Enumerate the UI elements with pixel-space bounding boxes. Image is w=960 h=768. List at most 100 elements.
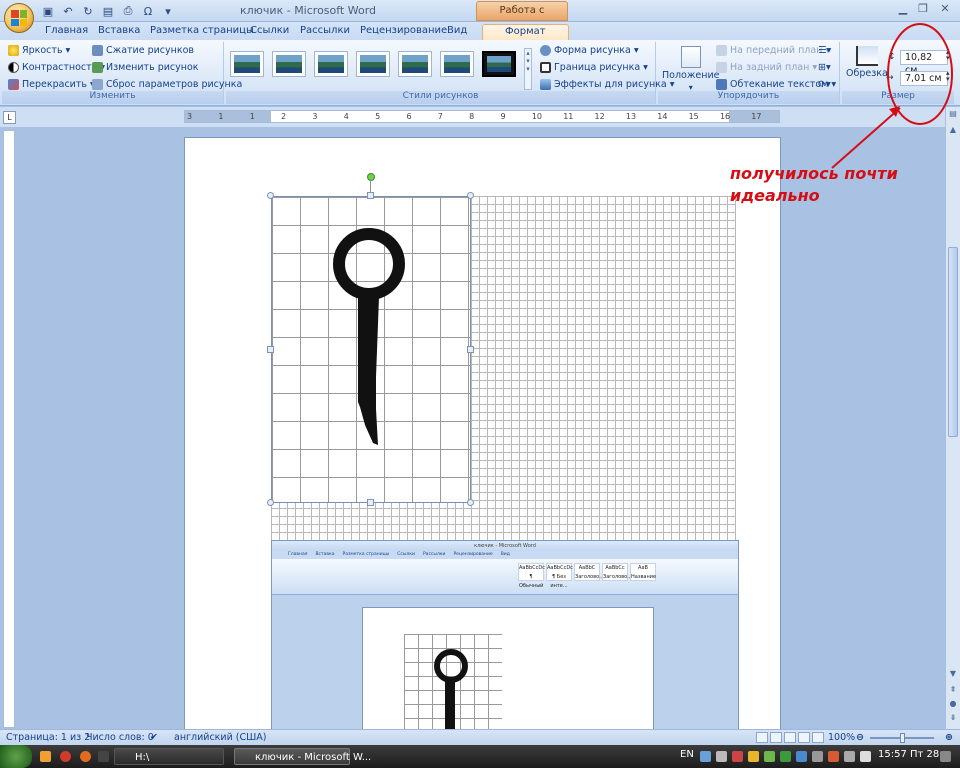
vertical-scrollbar[interactable]: ▤ ▲ ▼ ⇞ ● ⇟: [945, 107, 960, 729]
restore-button[interactable]: ❐: [914, 2, 932, 18]
picture-style-4[interactable]: [356, 51, 390, 77]
tray-icon-8[interactable]: [812, 751, 823, 762]
width-spinner[interactable]: ▴ ▾: [946, 70, 950, 83]
office-button[interactable]: [4, 3, 34, 33]
resize-handle-br[interactable]: [467, 499, 474, 506]
tray-icon-5[interactable]: [764, 751, 775, 762]
view-draft-icon[interactable]: [812, 732, 824, 743]
tab-review[interactable]: Рецензирование: [360, 24, 447, 40]
vertical-ruler[interactable]: [3, 130, 15, 728]
horizontal-ruler[interactable]: 3 1 1 2 3 4 5 6 7 8 9 10 11 12 13 14 15 16 17: [184, 110, 780, 123]
print-preview-icon[interactable]: ▤: [100, 3, 116, 19]
tray-icon-10[interactable]: [844, 751, 855, 762]
minimize-button[interactable]: ▁: [894, 2, 912, 18]
save-icon[interactable]: ▣: [40, 3, 56, 19]
redo-icon[interactable]: ↻: [80, 3, 96, 19]
contrast-button[interactable]: Контрастность▾: [8, 62, 105, 73]
picture-style-1[interactable]: [230, 51, 264, 77]
compress-pictures-button[interactable]: Сжатие рисунков: [92, 45, 194, 56]
language-indicator[interactable]: английский (США): [174, 732, 266, 743]
zoom-slider-thumb[interactable]: [900, 733, 905, 743]
zoom-level[interactable]: 100%: [828, 732, 855, 743]
taskbar-item-word[interactable]: ключик - Microsoft W...: [234, 748, 371, 765]
tray-icon-7[interactable]: [796, 751, 807, 762]
width-field[interactable]: 7,01 см: [900, 71, 948, 86]
resize-handle-l[interactable]: [267, 346, 274, 353]
align-icon[interactable]: ☰▾: [818, 45, 831, 56]
picture-style-7[interactable]: [482, 51, 516, 77]
language-tray[interactable]: EN: [680, 749, 694, 760]
undo-icon[interactable]: ↶: [60, 3, 76, 19]
group-objects-icon[interactable]: ⊞▾: [818, 62, 831, 73]
gallery-scroll[interactable]: ▴ ▾ ▾: [524, 48, 532, 90]
scroll-thumb[interactable]: [948, 247, 958, 437]
resize-handle-tr[interactable]: [467, 192, 474, 199]
resize-handle-b[interactable]: [367, 499, 374, 506]
brightness-button[interactable]: Яркость ▾: [8, 45, 70, 56]
prev-page-icon[interactable]: ⇞: [947, 685, 959, 697]
volume-icon[interactable]: [860, 751, 871, 762]
picture-style-5[interactable]: [398, 51, 432, 77]
resize-handle-r[interactable]: [467, 346, 474, 353]
tab-mailings[interactable]: Рассылки: [300, 24, 350, 40]
embedded-word-screenshot[interactable]: ключик - Microsoft Word Главная Вставка …: [271, 540, 739, 729]
crop-button[interactable]: Обрезка: [846, 46, 888, 79]
tab-home[interactable]: Главная: [45, 24, 88, 40]
picture-effects-button[interactable]: Эффекты для рисунка ▾: [540, 79, 675, 90]
quicklaunch-icon-1[interactable]: [40, 751, 51, 762]
tray-icon-2[interactable]: [716, 751, 727, 762]
tab-references[interactable]: Ссылки: [250, 24, 289, 40]
resize-handle-bl[interactable]: [267, 499, 274, 506]
tab-page-layout[interactable]: Разметка страницы: [150, 24, 254, 40]
tray-icon-9[interactable]: [828, 751, 839, 762]
picture-style-2[interactable]: [272, 51, 306, 77]
recolor-button[interactable]: Перекрасить▾: [8, 79, 95, 90]
word-count[interactable]: Число слов: 0: [86, 732, 154, 743]
scroll-down-icon[interactable]: ▼: [947, 669, 959, 681]
tab-selector-button[interactable]: L: [3, 111, 16, 124]
tray-icon-6[interactable]: [780, 751, 791, 762]
browse-object-icon[interactable]: ●: [947, 699, 959, 711]
send-to-back-button[interactable]: На задний план ▾: [716, 62, 817, 73]
picture-style-6[interactable]: [440, 51, 474, 77]
picture-shape-button[interactable]: Форма рисунка ▾: [540, 45, 639, 56]
tab-insert[interactable]: Вставка: [98, 24, 140, 40]
view-print-layout-icon[interactable]: [756, 732, 768, 743]
ruler-toggle-icon[interactable]: ▤: [947, 109, 959, 121]
page[interactable]: ключик - Microsoft Word Главная Вставка …: [184, 137, 781, 729]
reset-picture-button[interactable]: Сброс параметров рисунка: [92, 79, 242, 90]
document-area[interactable]: ключик - Microsoft Word Главная Вставка …: [17, 127, 945, 729]
close-button[interactable]: ✕: [936, 2, 954, 18]
quicklaunch-icon-2[interactable]: [60, 751, 71, 762]
quicklaunch-icon-3[interactable]: [80, 751, 91, 762]
view-full-screen-icon[interactable]: [770, 732, 782, 743]
scroll-up-icon[interactable]: ▲: [947, 125, 959, 137]
tray-icon-4[interactable]: [748, 751, 759, 762]
start-button[interactable]: [0, 745, 32, 768]
tab-format[interactable]: Формат: [482, 24, 569, 40]
show-desktop-icon[interactable]: [940, 751, 951, 762]
resize-handle-tl[interactable]: [267, 192, 274, 199]
resize-handle-t[interactable]: [367, 192, 374, 199]
symbol-icon[interactable]: Ω: [140, 3, 156, 19]
taskbar-item-explorer[interactable]: H:\: [114, 748, 224, 765]
zoom-out-icon[interactable]: ⊖: [856, 732, 864, 743]
selected-key-picture[interactable]: [271, 196, 471, 503]
next-page-icon[interactable]: ⇟: [947, 713, 959, 725]
bring-to-front-button[interactable]: На передний план ▾: [716, 45, 830, 56]
spellcheck-icon[interactable]: ✔: [150, 732, 158, 743]
page-count[interactable]: Страница: 1 из 2: [6, 732, 90, 743]
tab-view[interactable]: Вид: [447, 24, 467, 40]
height-field[interactable]: 10,82 см: [900, 50, 948, 76]
rotation-handle[interactable]: [367, 173, 375, 181]
height-spinner[interactable]: ▴ ▾: [946, 49, 950, 62]
tray-icon-1[interactable]: [700, 751, 711, 762]
tray-icon-3[interactable]: [732, 751, 743, 762]
print-icon[interactable]: ⎙: [120, 3, 136, 19]
customize-qat-icon[interactable]: ▾: [160, 3, 176, 19]
zoom-in-icon[interactable]: ⊕: [945, 732, 953, 743]
view-web-icon[interactable]: [784, 732, 796, 743]
rotate-icon[interactable]: ⟳▾: [818, 79, 831, 90]
clock[interactable]: 15:57 Пт 28: [878, 749, 939, 760]
quicklaunch-icon-4[interactable]: [98, 751, 109, 762]
